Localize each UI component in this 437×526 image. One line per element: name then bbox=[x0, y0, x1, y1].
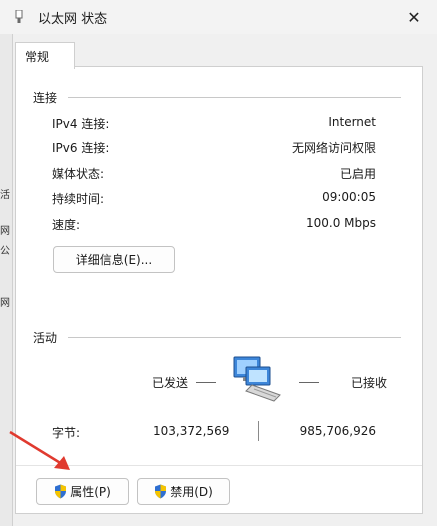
network-computers-icon bbox=[233, 356, 281, 402]
ipv6-value: 无网络访问权限 bbox=[291, 141, 376, 155]
window-title: 以太网 状态 bbox=[38, 12, 108, 27]
speed-label: 速度: bbox=[52, 218, 81, 232]
disable-button[interactable]: 禁用(D) bbox=[137, 478, 230, 505]
network-adapter-icon bbox=[15, 10, 23, 23]
duration-label: 持续时间: bbox=[52, 192, 105, 206]
bytes-sent-value: 103,372,569 bbox=[153, 424, 230, 438]
media-state-label: 媒体状态: bbox=[52, 167, 105, 181]
close-button[interactable]: ✕ bbox=[391, 0, 437, 34]
properties-button-label: 属性(P) bbox=[70, 485, 111, 499]
received-label: 已接收 bbox=[351, 376, 388, 390]
disable-button-label: 禁用(D) bbox=[170, 485, 213, 499]
connection-divider bbox=[68, 97, 401, 98]
sent-label: 已发送 bbox=[152, 376, 189, 390]
received-dash bbox=[299, 382, 319, 383]
connection-heading: 连接 bbox=[33, 91, 58, 105]
sent-dash bbox=[196, 382, 216, 383]
tab-general[interactable]: 常规 bbox=[15, 42, 75, 69]
ipv6-label: IPv6 连接: bbox=[52, 141, 110, 155]
bytes-received-value: 985,706,926 bbox=[299, 424, 376, 438]
details-button-label: 详细信息(E)... bbox=[75, 253, 153, 267]
activity-heading: 活动 bbox=[33, 331, 58, 345]
bytes-separator bbox=[258, 421, 259, 441]
speed-value: 100.0 Mbps bbox=[305, 216, 376, 230]
uac-shield-icon bbox=[55, 484, 67, 499]
tab-label: 常规 bbox=[25, 50, 50, 64]
red-annotation-arrow-icon bbox=[9, 430, 70, 470]
ethernet-status-dialog: 以太网 状态 ✕ 常规 连接 IPv4 连接: Internet IPv6 连接… bbox=[0, 0, 437, 526]
ipv4-value: Internet bbox=[328, 115, 376, 129]
ipv4-label: IPv4 连接: bbox=[52, 117, 110, 131]
uac-shield-icon bbox=[155, 484, 167, 499]
close-icon: ✕ bbox=[407, 7, 421, 27]
properties-button[interactable]: 属性(P) bbox=[36, 478, 129, 505]
title-bar[interactable]: 以太网 状态 ✕ bbox=[0, 0, 437, 34]
activity-divider bbox=[68, 337, 401, 338]
media-state-value: 已启用 bbox=[339, 167, 376, 181]
details-button[interactable]: 详细信息(E)... bbox=[53, 246, 175, 273]
duration-value: 09:00:05 bbox=[322, 190, 376, 204]
